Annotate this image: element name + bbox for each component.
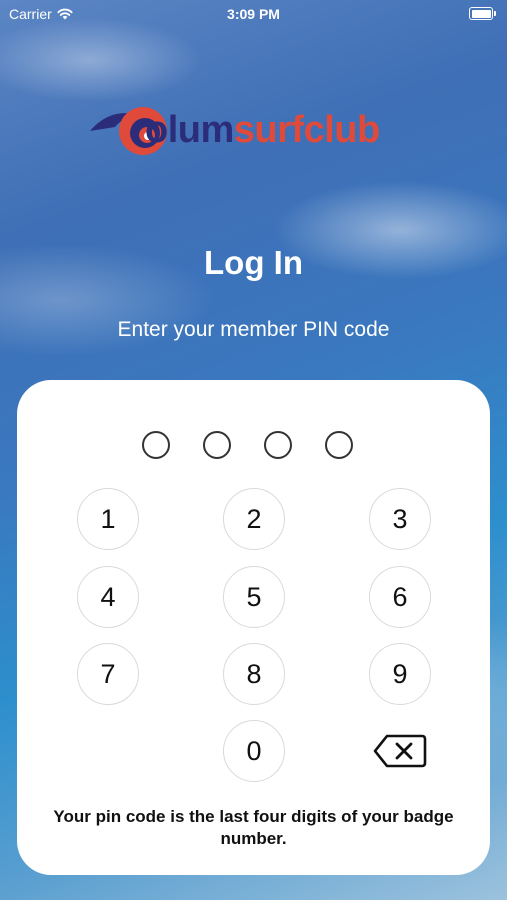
key-0[interactable]: 0 (223, 720, 285, 782)
logo-wordmark: olumsurfclub (145, 109, 380, 152)
battery-icon (469, 7, 496, 20)
backspace-button[interactable] (373, 733, 427, 769)
status-bar: Carrier 3:09 PM (0, 0, 507, 28)
key-8[interactable]: 8 (223, 643, 285, 705)
key-7[interactable]: 7 (77, 643, 139, 705)
pin-dot (142, 431, 170, 459)
backspace-icon (373, 734, 427, 768)
key-1[interactable]: 1 (77, 488, 139, 550)
key-6[interactable]: 6 (369, 566, 431, 628)
pin-dot (264, 431, 292, 459)
clock: 3:09 PM (227, 6, 280, 22)
pin-indicator (142, 431, 353, 459)
pin-dot (203, 431, 231, 459)
key-5[interactable]: 5 (223, 566, 285, 628)
page-title: Log In (204, 244, 303, 281)
club-logo: olumsurfclub (85, 95, 445, 163)
key-2[interactable]: 2 (223, 488, 285, 550)
logo-text-part2: surfclub (233, 109, 380, 151)
logo-text-part1: olum (145, 109, 234, 151)
key-4[interactable]: 4 (77, 566, 139, 628)
pin-dot (325, 431, 353, 459)
page-subtitle: Enter your member PIN code (117, 318, 390, 341)
key-3[interactable]: 3 (369, 488, 431, 550)
key-9[interactable]: 9 (369, 643, 431, 705)
pin-hint: Your pin code is the last four digits of… (53, 807, 454, 848)
